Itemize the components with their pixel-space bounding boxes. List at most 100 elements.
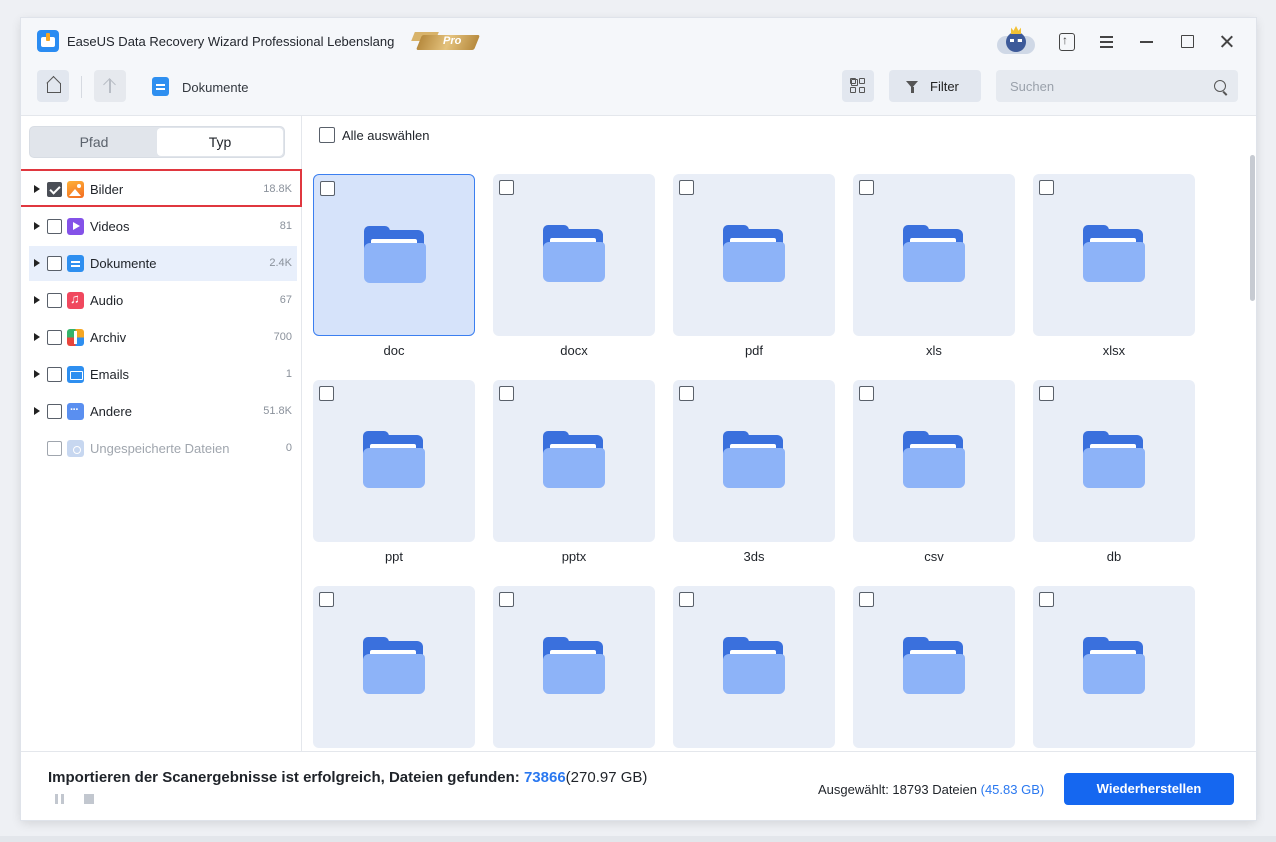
folder-name: ppt (384, 549, 404, 564)
found-count: 73866 (523, 769, 566, 786)
folder-tile[interactable] (673, 380, 835, 542)
home-button[interactable] (37, 70, 69, 102)
checkbox[interactable] (319, 386, 334, 401)
folder-tile[interactable] (1033, 174, 1195, 336)
toolbar: Dokumente Filter (21, 66, 1256, 116)
checkbox[interactable] (499, 386, 514, 401)
checkbox[interactable] (47, 330, 62, 345)
select-all-checkbox[interactable] (319, 127, 335, 143)
expand-arrow-icon[interactable] (34, 333, 40, 341)
up-folder-button[interactable] (94, 70, 126, 102)
pro-badge: Pro (411, 32, 481, 52)
folder-tile[interactable] (853, 174, 1015, 336)
checkbox[interactable] (859, 386, 874, 401)
expand-arrow-icon[interactable] (34, 407, 40, 415)
folder-tile[interactable] (673, 174, 835, 336)
app-title: EaseUS Data Recovery Wizard Professional… (67, 34, 395, 49)
close-icon[interactable] (1215, 30, 1239, 54)
checkbox[interactable] (1039, 386, 1054, 401)
search-icon[interactable] (1214, 80, 1226, 92)
category-label: Emails (90, 367, 130, 382)
tab-type[interactable]: Typ (157, 128, 283, 156)
status-text: Importieren der Scanergebnisse ist erfol… (48, 769, 524, 786)
scrollbar-thumb[interactable] (1250, 155, 1255, 301)
menu-icon[interactable] (1095, 30, 1119, 54)
folder-icon (723, 431, 785, 488)
filter-icon (906, 81, 919, 93)
expand-arrow-icon[interactable] (34, 222, 40, 230)
expand-arrow-icon[interactable] (34, 296, 40, 304)
sidebar-item-audio[interactable]: Audio 67 (29, 283, 297, 318)
folder-tile[interactable] (853, 586, 1015, 748)
checkbox[interactable] (499, 592, 514, 607)
folder-name: doc (383, 343, 405, 358)
selection-size: (45.83 GB) (980, 782, 1045, 797)
folder-name: pptx (561, 549, 587, 564)
checkbox[interactable] (47, 441, 62, 456)
folder-tile[interactable] (853, 380, 1015, 542)
email-icon (67, 366, 84, 383)
tab-path[interactable]: Pfad (31, 128, 157, 156)
sidebar-item-videos[interactable]: Videos 81 (29, 209, 297, 244)
pause-icon[interactable] (55, 794, 65, 804)
checkbox[interactable] (859, 180, 874, 195)
category-count: 2.4K (269, 257, 292, 269)
folder-tile[interactable] (673, 586, 835, 748)
checkbox[interactable] (679, 180, 694, 195)
expand-arrow-icon[interactable] (34, 259, 40, 267)
document-icon (67, 255, 84, 272)
folder-name: pdf (744, 343, 764, 358)
checkbox[interactable] (1039, 180, 1054, 195)
folder-tile[interactable] (493, 586, 655, 748)
app-logo-icon (37, 30, 59, 52)
checkbox[interactable] (47, 219, 62, 234)
stop-icon[interactable] (84, 794, 94, 804)
selection-text: Ausgewählt: 18793 Dateien (818, 782, 981, 797)
folder-tile[interactable] (313, 380, 475, 542)
folder-icon (1083, 637, 1145, 694)
upload-icon[interactable] (1055, 30, 1079, 54)
folder-tile[interactable] (1033, 586, 1195, 748)
sidebar-item-dokumente[interactable]: Dokumente 2.4K (29, 246, 297, 281)
sidebar-item-emails[interactable]: Emails 1 (29, 357, 297, 392)
checkbox[interactable] (1039, 592, 1054, 607)
category-label: Andere (90, 404, 132, 419)
checkbox[interactable] (499, 180, 514, 195)
select-all-label: Alle auswählen (342, 128, 430, 143)
sidebar-item-archiv[interactable]: Archiv 700 (29, 320, 297, 355)
category-count: 51.8K (263, 405, 292, 417)
category-label: Archiv (90, 330, 127, 345)
document-icon (152, 77, 169, 96)
folder-tile[interactable] (313, 174, 475, 336)
checkbox[interactable] (679, 592, 694, 607)
search-input[interactable] (996, 70, 1238, 102)
view-toggle-button[interactable] (842, 70, 874, 102)
user-avatar-icon[interactable] (993, 26, 1037, 58)
checkbox[interactable] (859, 592, 874, 607)
category-label: Audio (90, 293, 124, 308)
folder-tile[interactable] (313, 586, 475, 748)
maximize-icon[interactable] (1175, 30, 1199, 54)
checkbox[interactable] (319, 592, 334, 607)
restore-button[interactable]: Wiederherstellen (1064, 773, 1234, 805)
expand-arrow-icon[interactable] (34, 370, 40, 378)
checkbox[interactable] (47, 367, 62, 382)
checkbox[interactable] (679, 386, 694, 401)
minimize-icon[interactable] (1135, 30, 1159, 54)
category-label: Videos (90, 219, 130, 234)
checkbox[interactable] (47, 293, 62, 308)
sidebar-item-andere[interactable]: Andere 51.8K (29, 394, 297, 429)
folder-name: 3ds (743, 549, 765, 564)
folder-tile[interactable] (1033, 380, 1195, 542)
folder-name: docx (560, 343, 588, 358)
sidebar-item-unsaved-files[interactable]: Ungespeicherte Dateien 0 (29, 431, 297, 466)
folder-tile[interactable] (493, 174, 655, 336)
checkbox[interactable] (47, 404, 62, 419)
filter-button[interactable]: Filter (889, 70, 981, 102)
category-label: Ungespeicherte Dateien (90, 441, 230, 456)
folder-icon (543, 637, 605, 694)
unsaved-file-icon (67, 440, 84, 457)
checkbox[interactable] (47, 256, 62, 271)
checkbox[interactable] (320, 181, 335, 196)
folder-tile[interactable] (493, 380, 655, 542)
